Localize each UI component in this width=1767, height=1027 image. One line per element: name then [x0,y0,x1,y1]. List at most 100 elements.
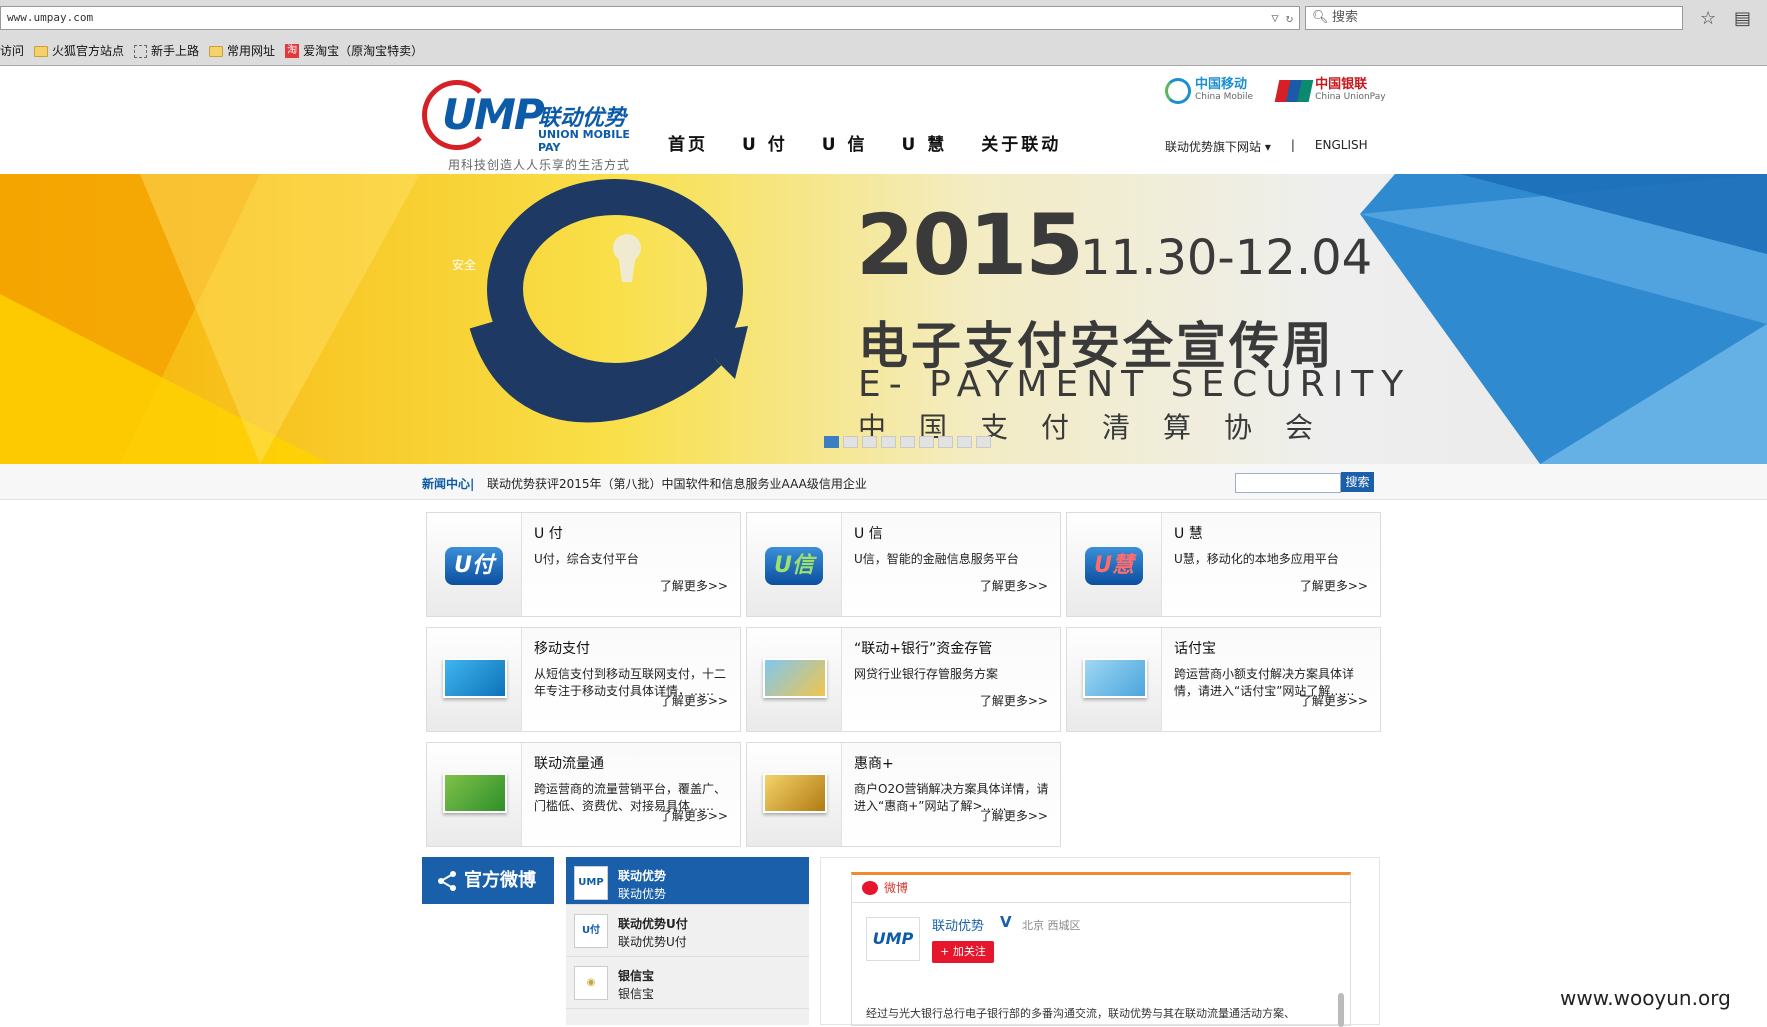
browser-search-input[interactable]: 🔍︎ 搜索 [1305,6,1683,30]
nav-home[interactable]: 首页 [668,130,708,155]
slide-dot[interactable] [938,436,953,448]
folder-icon [34,45,49,57]
browser-chrome: www.umpay.com ▽ ↻ 🔍︎ 搜索 ☆ ▤ 访问 火狐官方站点 新手… [0,0,1767,66]
banner-dates: 11.30-12.04 [1080,230,1373,286]
slide-dot[interactable] [919,436,934,448]
weibo-widget-header: 微博 [852,875,1350,903]
product-icon-area [427,628,522,731]
nav-u-hui[interactable]: U 慧 [901,130,947,155]
bookmark-firefox-site[interactable]: 火狐官方站点 [34,40,124,62]
u-fu-icon: U付 [445,547,503,585]
bookmark-label: 爱淘宝（原淘宝特卖） [303,44,424,58]
english-link[interactable]: ENGLISH [1315,138,1368,155]
learn-more-link[interactable]: 了解更多>> [980,577,1048,594]
product-title[interactable]: 移动支付 [534,638,590,658]
product-card[interactable]: 话付宝 跨运营商小额支付解决方案具体详情，请进入“话付宝”网站了解…… 了解更多>> [1066,627,1381,732]
product-title[interactable]: 惠商+ [854,753,894,773]
product-icon-area [1067,628,1162,731]
weibo-account-ufu[interactable]: U付 联动优势U付 联动优势U付 [566,905,809,957]
product-title[interactable]: U 慧 [1174,523,1203,543]
site-search-button[interactable]: 搜索 [1341,472,1374,492]
nav-u-xin[interactable]: U 信 [822,130,868,155]
product-card[interactable]: 惠商+ 商户O2O营销解决方案具体详情，请进入“惠商+”网站了解>…… 了解更多>> [746,742,1061,847]
bookmark-label: 访问 [0,44,25,58]
follow-button[interactable]: + 加关注 [932,941,994,963]
news-center-label[interactable]: 新闻中心| [422,475,474,492]
account-sub: 银信宝 [618,987,655,1001]
product-card[interactable]: U付 U 付 U付，综合支付平台了解更多>> [426,512,741,617]
bookmark-label: 新手上路 [151,44,200,58]
page-icon [134,44,148,58]
nav-u-fu[interactable]: U 付 [742,130,788,155]
china-unionpay-logo[interactable]: 中国银联 China UnionPay [1274,77,1386,103]
slide-dot[interactable] [900,436,915,448]
product-card[interactable]: U慧 U 慧 U慧，移动化的本地多应用平台 了解更多>> [1066,512,1381,617]
product-title[interactable]: 话付宝 [1174,638,1216,658]
banner-small-text: 安全 [452,258,477,272]
sites-dropdown[interactable]: 联动优势旗下网站 ▾ [1165,138,1271,155]
bookmark-visit[interactable]: 访问 [0,40,24,62]
learn-more-link[interactable]: 了解更多>> [1300,692,1368,709]
product-card[interactable]: 移动支付 从短信支付到移动互联网支付，十二年专注于移动支付具体详情，…… 了解更多>… [426,627,741,732]
slide-dot[interactable] [824,436,839,448]
slide-dot[interactable] [957,436,972,448]
folder-icon [209,45,224,57]
slide-dot[interactable] [881,436,896,448]
product-icon-area [747,743,842,846]
learn-more-link[interactable]: 了解更多>> [980,807,1048,824]
bookmark-taobao[interactable]: 淘爱淘宝（原淘宝特卖） [285,40,423,62]
weibo-account-ump[interactable]: UMP 联动优势 联动优势 [566,857,809,905]
slide-dot[interactable] [976,436,991,448]
bookmark-getting-started[interactable]: 新手上路 [134,40,199,62]
product-icon-area: U信 [747,513,842,616]
product-card[interactable]: “联动+银行”资金存管 网贷行业银行存管服务方案 了解更多>> [746,627,1061,732]
weibo-location: 北京 西城区 [1022,919,1081,932]
product-title[interactable]: “联动+银行”资金存管 [854,638,992,658]
site-search-input[interactable] [1235,473,1341,493]
slide-dot[interactable] [843,436,858,448]
huishang-thumb [763,773,827,813]
product-icon-area [427,743,522,846]
bookmark-common-sites[interactable]: 常用网址 [209,40,275,62]
weibo-scrollbar[interactable] [1338,993,1344,1027]
product-title[interactable]: U 信 [854,523,883,543]
news-headline[interactable]: 联动优势获评2015年（第八批）中国软件和信息服务业AAA级信用企业 [487,475,867,492]
slide-dot[interactable] [862,436,877,448]
reading-list-icon[interactable]: ▤ [1734,8,1751,29]
product-card[interactable]: 联动流量通 跨运营商的流量营销平台，覆盖广、门槛低、资费优、对接易具体…… 了解更多… [426,742,741,847]
account-sub: 联动优势 [618,887,667,901]
product-title[interactable]: U 付 [534,523,563,543]
logo-ump-text: UMP [442,90,545,139]
account-name: 联动优势 [618,869,667,883]
partner-en: China UnionPay [1315,92,1386,102]
taobao-icon: 淘 [285,44,300,58]
weibo-avatar[interactable]: UMP [866,917,920,961]
u-xin-icon: U信 [765,547,823,585]
partner-cn: 中国银联 [1315,77,1368,92]
product-desc: U付，综合支付平台 [534,552,639,566]
learn-more-link[interactable]: 了解更多>> [980,692,1048,709]
account-avatar: ◉ [574,966,608,1000]
slide-indicators [824,436,991,448]
star-bookmark-icon[interactable]: ☆ [1700,8,1716,29]
hero-banner[interactable]: 安全 2015 11.30-12.04 电子支付安全宣传周 E- PAYMENT… [0,174,1767,464]
chevron-down-icon: ▾ [1264,140,1271,154]
reload-icon[interactable]: ▽ ↻ [1271,7,1293,29]
learn-more-link[interactable]: 了解更多>> [660,807,728,824]
product-card[interactable]: U信 U 信 U信，智能的金融信息服务平台 了解更多>> [746,512,1061,617]
china-mobile-logo[interactable]: 中国移动 China Mobile [1165,78,1253,104]
address-bar[interactable]: www.umpay.com ▽ ↻ [0,6,1300,30]
header-separator: | [1290,138,1295,152]
learn-more-link[interactable]: 了解更多>> [1300,577,1368,594]
nav-about[interactable]: 关于联动 [981,130,1061,155]
weibo-account-name[interactable]: 联动优势 [932,915,984,934]
ump-logo[interactable]: UMP 联动优势 UNION MOBILE PAY 用科技创造人人乐享的生活方式 [422,80,652,172]
account-name: 联动优势U付 [618,917,688,931]
learn-more-link[interactable]: 了解更多>> [660,577,728,594]
product-title[interactable]: 联动流量通 [534,753,604,773]
learn-more-link[interactable]: 了解更多>> [660,692,728,709]
official-weibo-tab[interactable]: 官方微博 [422,857,554,904]
weibo-account-yinxinbao[interactable]: ◉ 银信宝 银信宝 [566,957,809,1009]
weibo-icon [862,881,878,895]
search-icon: 🔍︎ [1312,10,1329,25]
